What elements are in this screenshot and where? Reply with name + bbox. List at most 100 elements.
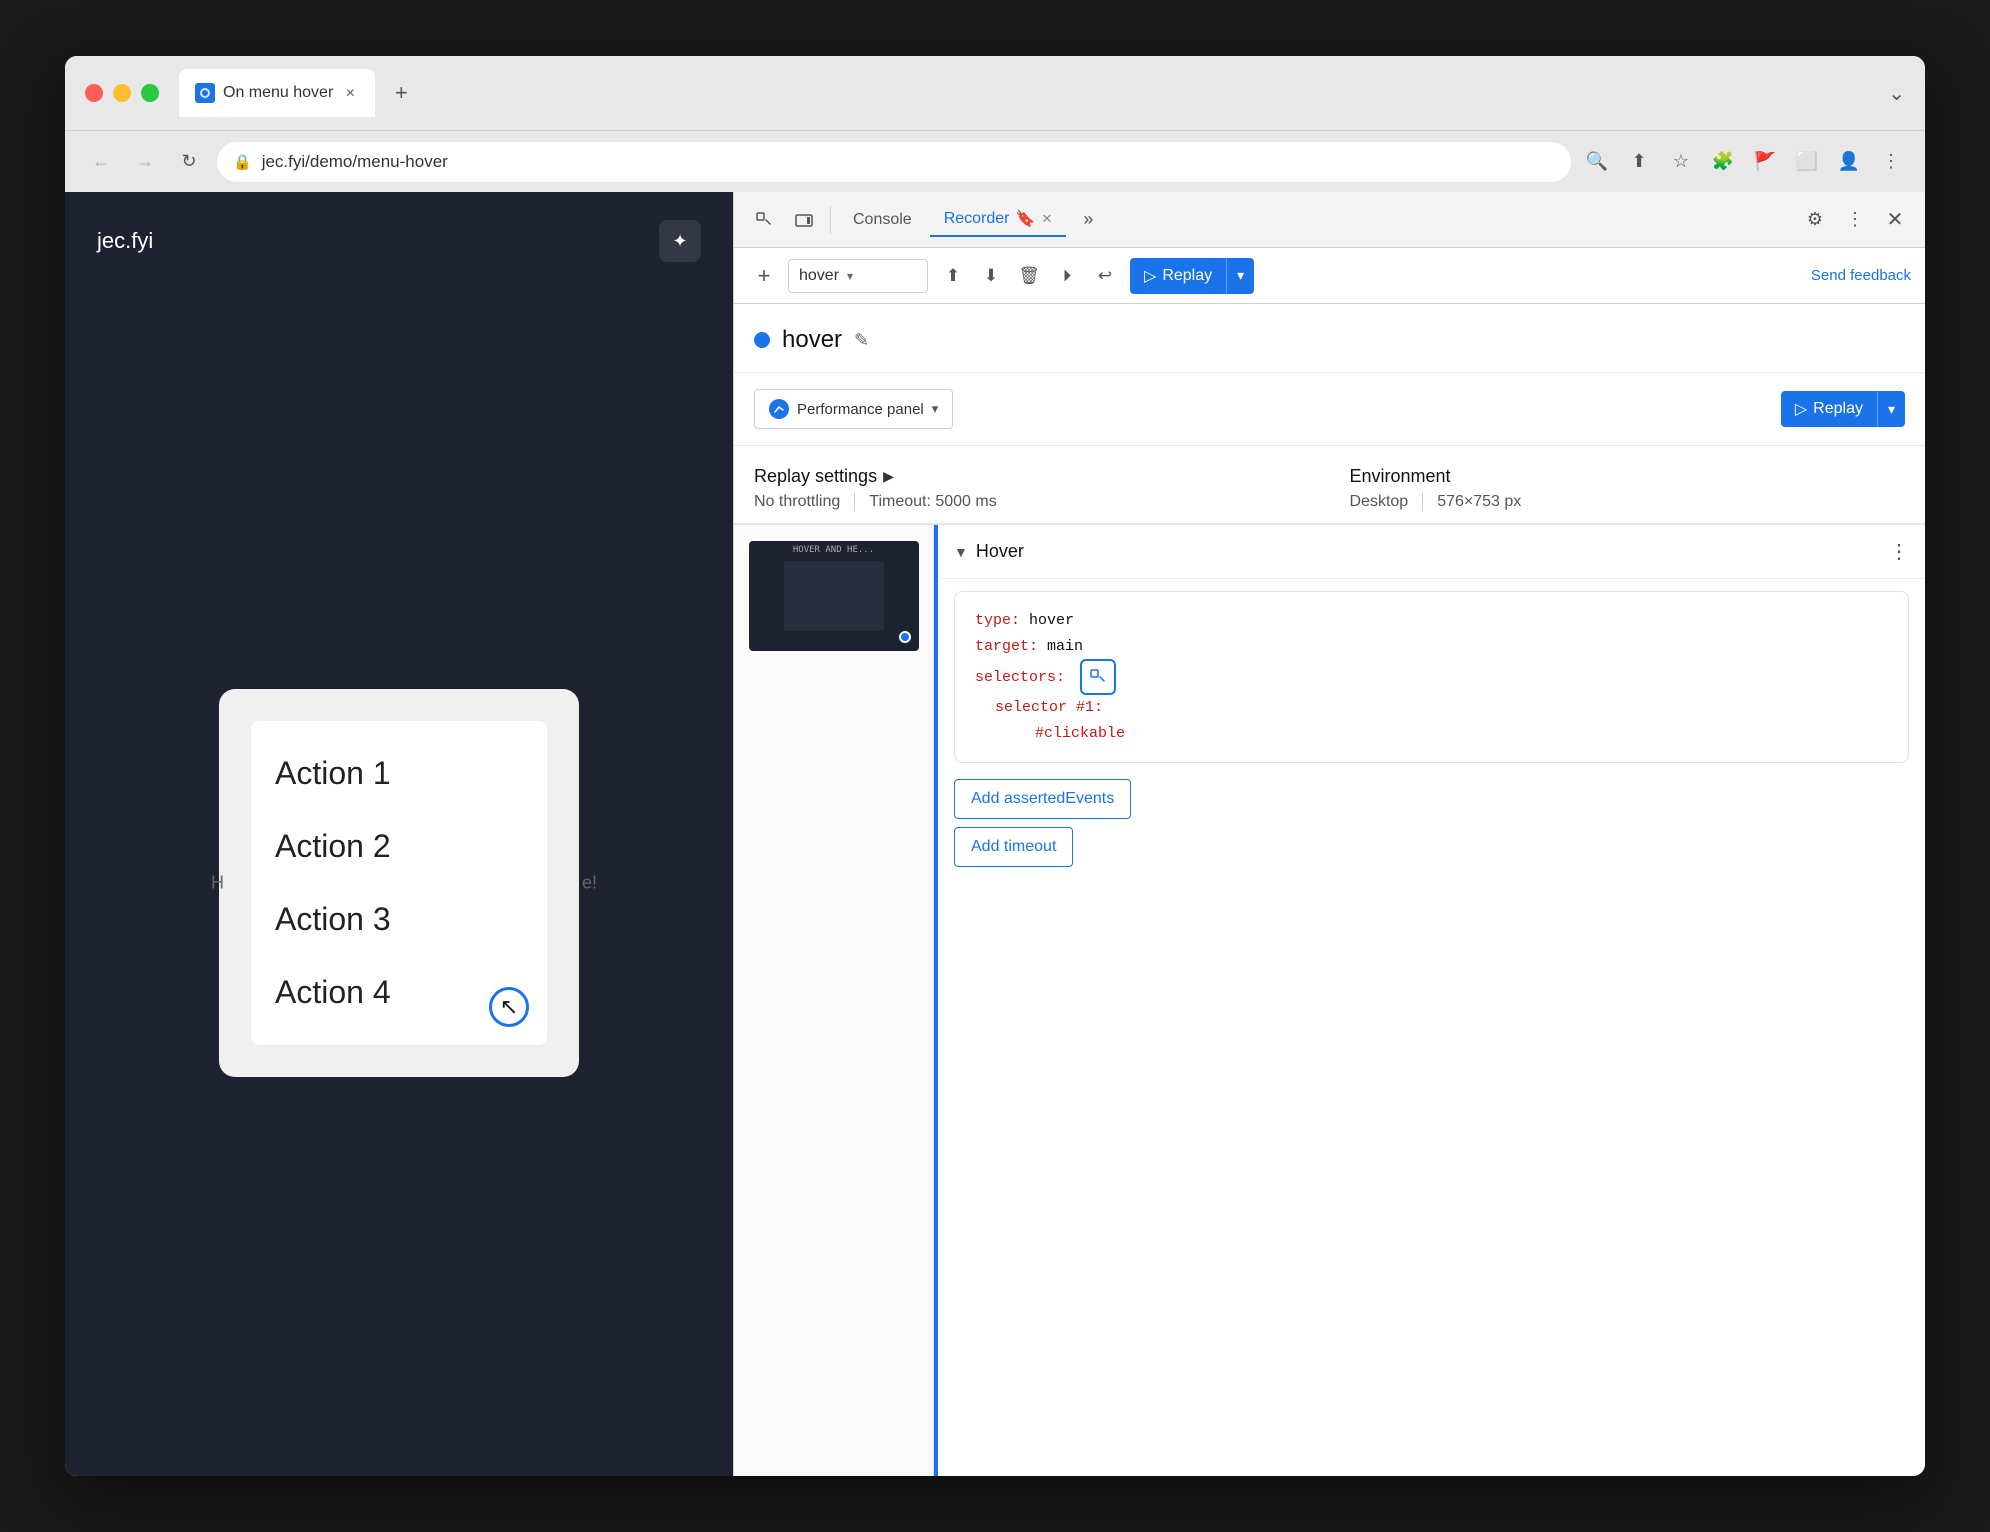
close-window-button[interactable]: [85, 84, 103, 102]
env-values: Desktop 576×753 px: [1350, 493, 1906, 511]
add-timeout-button[interactable]: Add timeout: [954, 827, 1073, 867]
hover-action-more-button[interactable]: ⋮: [1889, 539, 1909, 564]
hover-code-block: type: hover target: main selectors:: [954, 591, 1909, 763]
replay-button[interactable]: ▷ Replay: [1130, 258, 1226, 294]
search-icon[interactable]: 🔍: [1583, 148, 1611, 176]
thumbnail-label: HOVER AND HE...: [793, 545, 874, 555]
performance-icon: [769, 399, 789, 419]
replay-button-group: ▷ Replay ▾: [1130, 258, 1254, 294]
step-button[interactable]: ⏵: [1050, 259, 1084, 293]
back-button[interactable]: ←: [85, 146, 117, 178]
new-tab-button[interactable]: +: [383, 75, 419, 111]
timeline-sidebar: HOVER AND HE...: [734, 525, 934, 1476]
settings-values: No throttling Timeout: 5000 ms: [754, 493, 1310, 511]
redo-button[interactable]: ↩: [1088, 259, 1122, 293]
hover-action-section: ▼ Hover ⋮ type: hover: [934, 525, 1925, 1476]
environment-section: Environment: [1350, 466, 1906, 487]
performance-panel-label: Performance panel: [797, 401, 924, 418]
thumbnail-preview: [784, 561, 884, 631]
menu-item-1[interactable]: Action 1: [275, 737, 523, 810]
delete-button[interactable]: 🗑: [1012, 259, 1046, 293]
address-icons: 🔍 ⬆ ☆ 🧩 🚩 ⬜ 👤 ⋮: [1583, 148, 1905, 176]
target-value: main: [1047, 638, 1083, 655]
side-text-left: H: [211, 873, 224, 894]
add-asserted-events-button[interactable]: Add assertedEvents: [954, 779, 1131, 819]
replay-main-button[interactable]: ▷ Replay: [1781, 391, 1877, 427]
env-divider: [1422, 493, 1423, 511]
selectors-picker-button[interactable]: [1080, 659, 1116, 695]
replay-dropdown-button[interactable]: ▾: [1226, 258, 1254, 294]
devtools-panel: Console Recorder 🔖 ✕ » ⚙ ⋮ ✕ + hover ▾: [733, 192, 1925, 1476]
forward-button[interactable]: →: [129, 146, 161, 178]
target-key: target:: [975, 638, 1038, 655]
recording-selector-dropdown[interactable]: hover ▾: [788, 259, 928, 293]
devtools-settings-button[interactable]: ⚙: [1797, 202, 1833, 238]
performance-panel-button[interactable]: Performance panel ▾: [754, 389, 953, 429]
menu-inner: H Action 1 Action 2 Action 3 Action 4 e!…: [251, 721, 547, 1045]
share-icon[interactable]: ⬆: [1625, 148, 1653, 176]
minimize-window-button[interactable]: [113, 84, 131, 102]
action-buttons: Add assertedEvents Add timeout: [954, 779, 1909, 867]
replay-label: Replay: [1162, 267, 1212, 285]
replay-btn-dropdown[interactable]: ▾: [1877, 391, 1905, 427]
settings-row: Replay settings ▶: [754, 466, 1310, 487]
menu-item-3[interactable]: Action 3: [275, 883, 523, 956]
flag-icon[interactable]: 🚩: [1751, 148, 1779, 176]
main-content: jec.fyi ✦ H Action 1 Action 2 Action 3 A…: [65, 192, 1925, 1476]
more-tabs-button[interactable]: »: [1070, 202, 1106, 238]
add-recording-button[interactable]: +: [748, 260, 780, 292]
profile-icon[interactable]: 👤: [1835, 148, 1863, 176]
edit-recording-name-button[interactable]: ✎: [854, 330, 869, 351]
import-button[interactable]: ⬇: [974, 259, 1008, 293]
recording-title-area: hover ✎: [734, 304, 1925, 373]
hover-action-title: Hover: [976, 541, 1024, 562]
timeline-current-marker: [899, 631, 911, 643]
hover-header: ▼ Hover ⋮: [938, 525, 1925, 579]
page-header: jec.fyi ✦: [65, 192, 733, 290]
extensions-icon[interactable]: 🧩: [1709, 148, 1737, 176]
type-key: type:: [975, 612, 1020, 629]
export-button[interactable]: ⬆: [936, 259, 970, 293]
responsive-icon[interactable]: [786, 202, 822, 238]
split-icon[interactable]: ⬜: [1793, 148, 1821, 176]
timeline-action-area: HOVER AND HE... ▼ Hover: [734, 524, 1925, 1476]
menu-icon[interactable]: ⋮: [1877, 148, 1905, 176]
tab-close-button[interactable]: ✕: [341, 84, 359, 102]
collapse-icon[interactable]: ▼: [954, 544, 968, 560]
recorder-active-dot: 🔖: [1016, 209, 1036, 229]
timeline-thumbnail[interactable]: HOVER AND HE...: [749, 541, 919, 651]
replay-settings-label[interactable]: Replay settings ▶: [754, 466, 894, 487]
send-feedback-link[interactable]: Send feedback: [1811, 267, 1911, 284]
no-throttling-label: No throttling: [754, 493, 854, 511]
tab-expand-button[interactable]: ⌄: [1888, 81, 1905, 106]
recorder-tab-close[interactable]: ✕: [1041, 211, 1052, 227]
recorder-toolbar: + hover ▾ ⬆ ⬇ 🗑 ⏵ ↩ ▷ Replay: [734, 248, 1925, 304]
traffic-lights: [85, 84, 159, 102]
tab-bar: On menu hover ✕ + ⌄: [179, 69, 1905, 117]
recording-dot: [754, 332, 770, 348]
menu-item-2[interactable]: Action 2: [275, 810, 523, 883]
selector-num-key: selector #1:: [995, 699, 1103, 716]
devtools-more-button[interactable]: ⋮: [1837, 202, 1873, 238]
tab-recorder[interactable]: Recorder 🔖 ✕: [930, 203, 1067, 237]
selectors-key: selectors:: [975, 669, 1065, 686]
theme-toggle-button[interactable]: ✦: [659, 220, 701, 262]
inspector-icon[interactable]: [746, 202, 782, 238]
code-target-line: target: main: [975, 634, 1888, 660]
bookmark-icon[interactable]: ☆: [1667, 148, 1695, 176]
play-icon: ▷: [1144, 266, 1156, 286]
tab-title: On menu hover: [223, 84, 333, 102]
settings-divider: [854, 493, 855, 511]
address-bar: ← → ↻ 🔒 jec.fyi/demo/menu-hover 🔍 ⬆ ☆ 🧩 …: [65, 130, 1925, 192]
replay-row: Performance panel ▾ ▷ Replay ▾: [734, 373, 1925, 446]
tab-console[interactable]: Console: [839, 205, 926, 235]
type-value: hover: [1029, 612, 1074, 629]
reload-button[interactable]: ↻: [173, 146, 205, 178]
hover-indicator: ↖: [489, 987, 529, 1027]
menu-item-4[interactable]: Action 4: [275, 956, 523, 1029]
browser-tab-active[interactable]: On menu hover ✕: [179, 69, 375, 117]
devtools-close-button[interactable]: ✕: [1877, 202, 1913, 238]
replay-settings-section: Replay settings ▶ No throttling Timeout:…: [734, 446, 1925, 524]
url-bar[interactable]: 🔒 jec.fyi/demo/menu-hover: [217, 142, 1571, 182]
maximize-window-button[interactable]: [141, 84, 159, 102]
